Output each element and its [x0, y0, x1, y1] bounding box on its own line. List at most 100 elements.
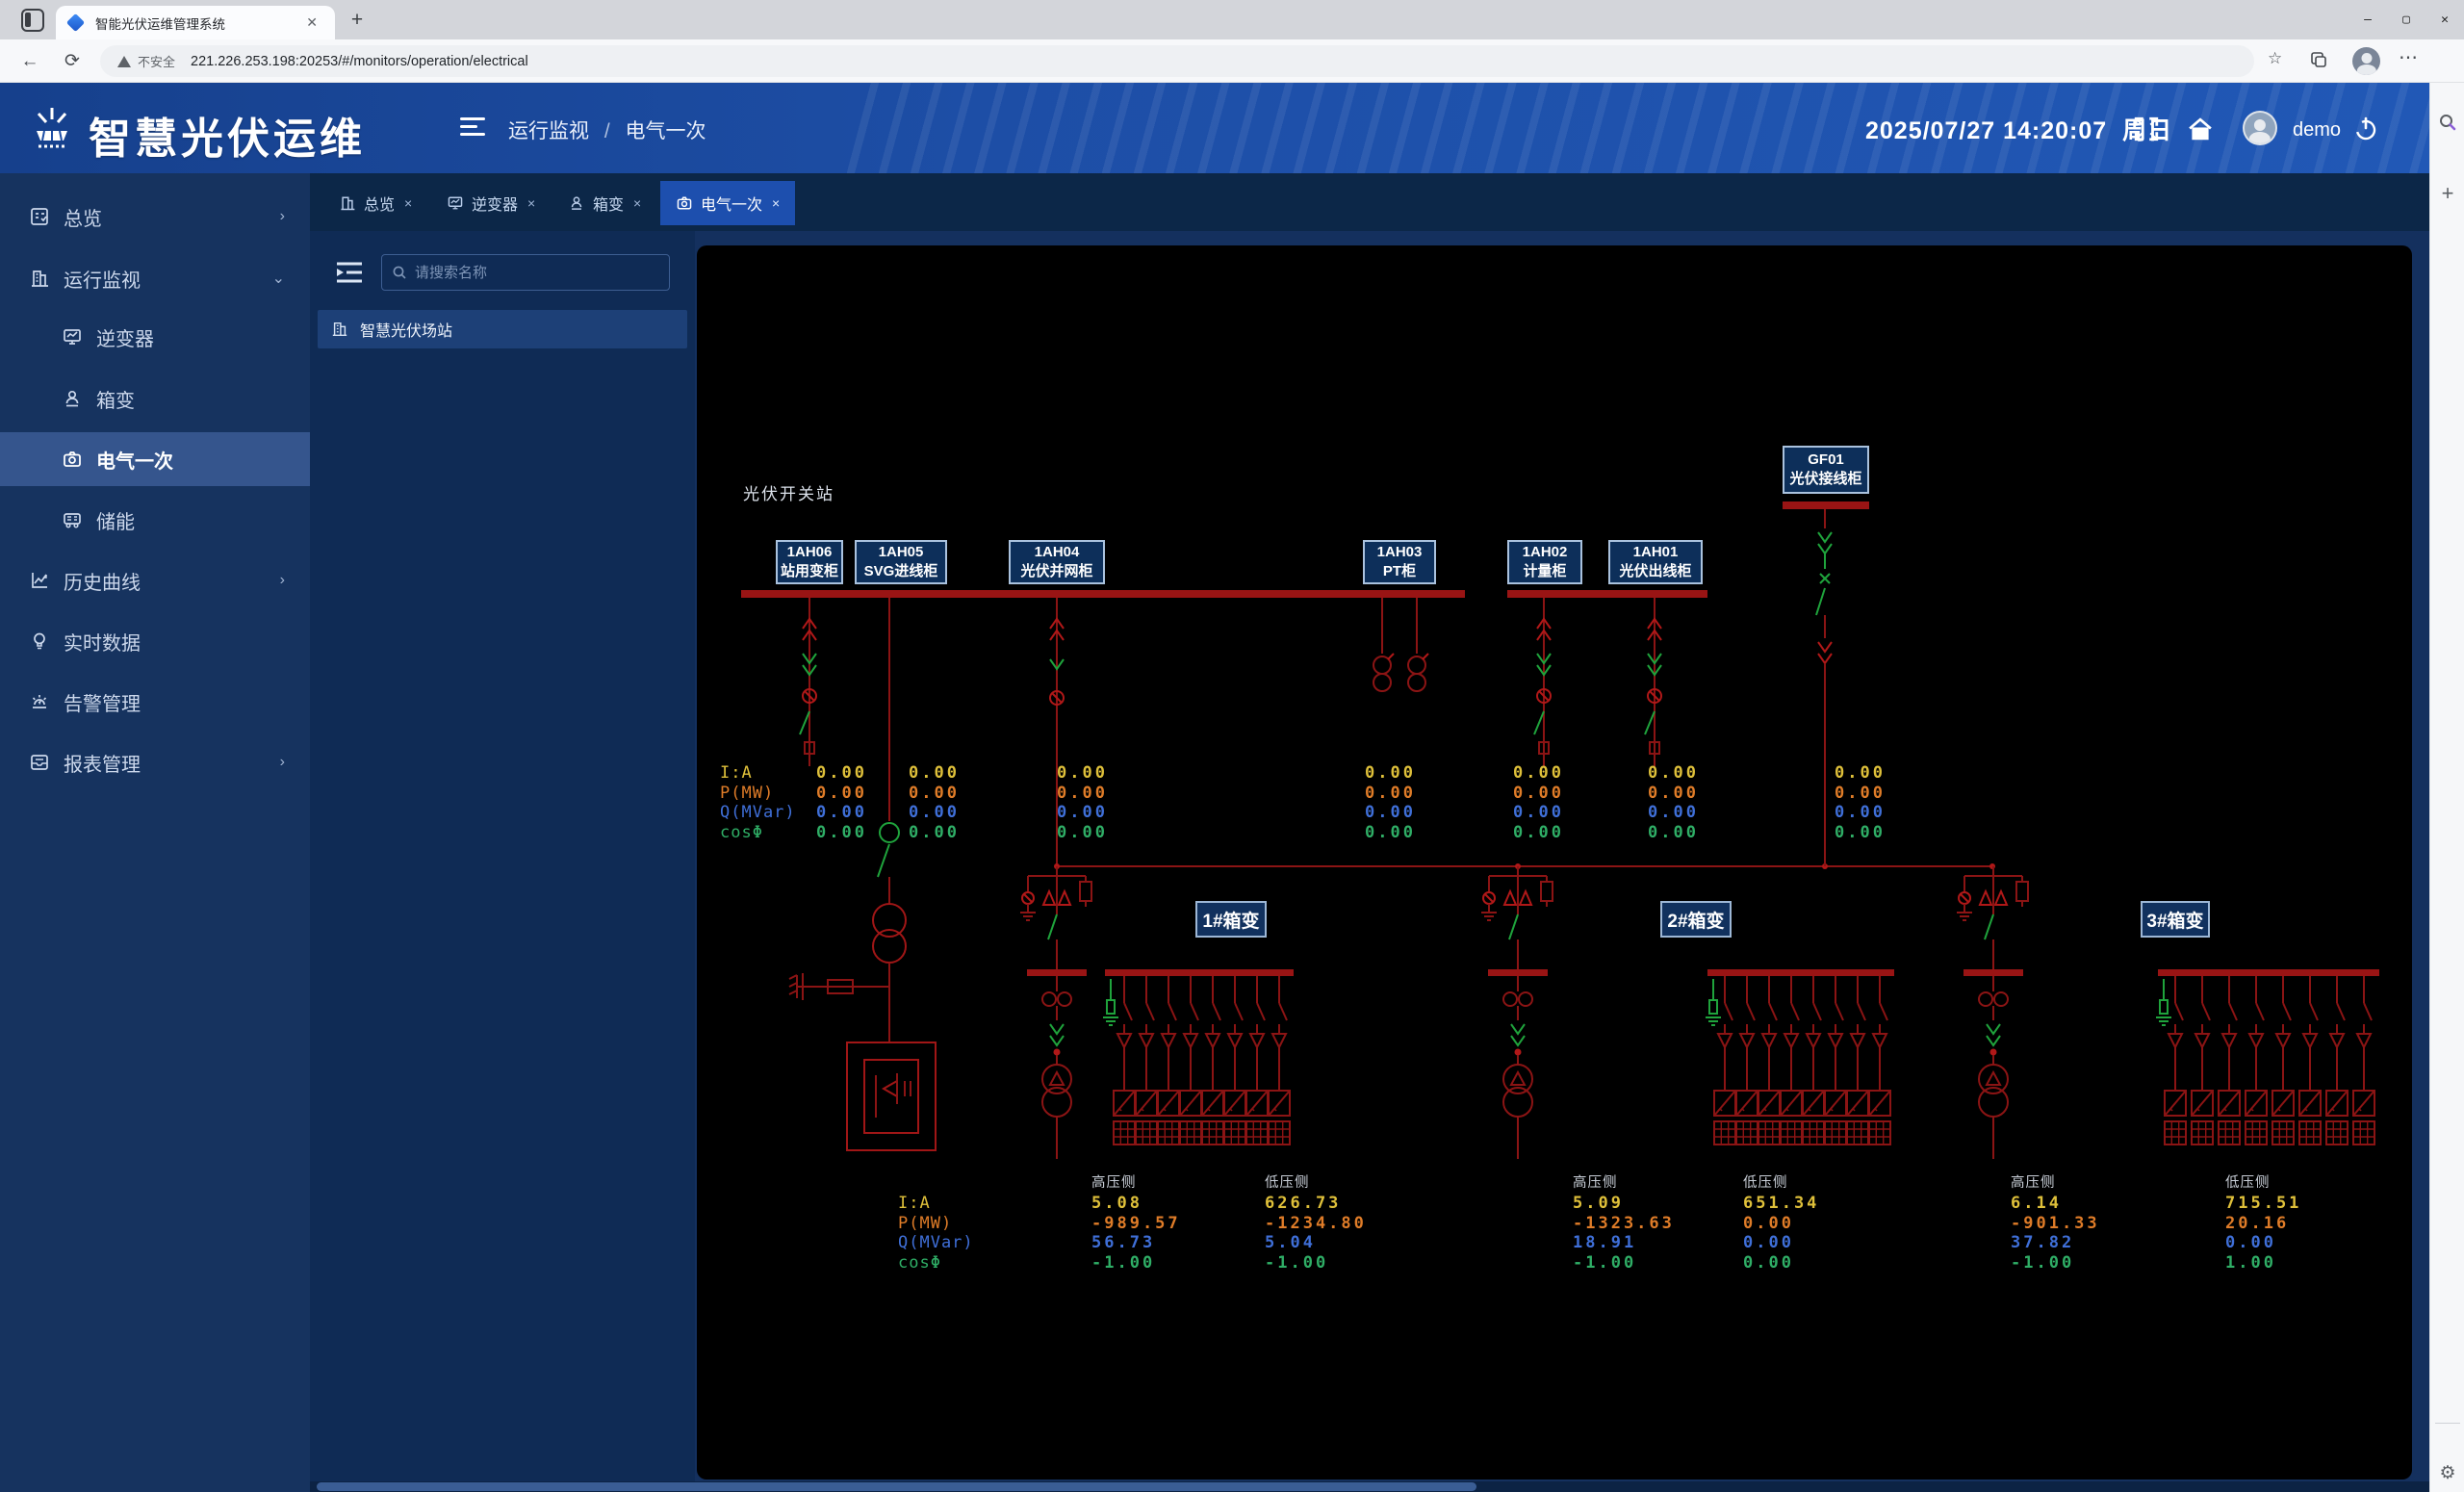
sidebar-item-label: 实时数据: [64, 632, 141, 655]
settings-gear-icon[interactable]: ⚙: [2437, 1463, 2458, 1484]
sidebar-item-alarm[interactable]: 告警管理: [0, 675, 310, 729]
reload-button[interactable]: ⟳: [58, 47, 87, 76]
tree-node-station[interactable]: 智慧光伏场站: [318, 310, 687, 348]
user-avatar[interactable]: [2243, 111, 2277, 145]
single-line-diagram-canvas[interactable]: 光伏开关站 1AH06 站用变柜 1AH05 SVG进线柜 1AH04 光伏并网柜 1…: [697, 245, 2412, 1479]
favorite-star-icon[interactable]: ☆: [2268, 49, 2282, 68]
tree-search[interactable]: [381, 254, 670, 291]
sidebar-item-label: 总览: [64, 208, 102, 230]
cabinet-1ah03[interactable]: 1AH03 PT柜: [1363, 540, 1436, 584]
transformer-1-hv-values: 5.08 -989.57 56.73 -1.00: [1091, 1194, 1181, 1273]
sidebar-item-label: 历史曲线: [64, 572, 141, 594]
chevron-right-icon: ›: [279, 754, 285, 770]
sidebar-item-label: 储能: [96, 511, 135, 533]
tab-close-icon[interactable]: ×: [527, 195, 535, 211]
transformer-3-lv-values: 715.51 20.16 0.00 1.00: [2225, 1194, 2302, 1273]
values-1ah01: 0.00 0.00 0.00 0.00: [1648, 763, 1699, 842]
tab-inverter[interactable]: 逆变器 ×: [431, 181, 551, 225]
window-close-button[interactable]: ✕: [2426, 0, 2464, 39]
tab-close-icon[interactable]: ×: [772, 195, 780, 211]
breadcrumb-page[interactable]: 电气一次: [626, 120, 706, 142]
transformer-1-label[interactable]: 1#箱变: [1195, 901, 1267, 938]
horizontal-scrollbar[interactable]: [310, 1481, 2429, 1492]
sidebar-item-inverter[interactable]: 逆变器: [0, 310, 310, 364]
app-logo-icon: [37, 108, 67, 148]
tab-overview[interactable]: 总览 ×: [323, 181, 427, 225]
home-icon[interactable]: [2187, 116, 2214, 142]
tab-electrical[interactable]: 电气一次 ×: [660, 181, 796, 225]
values-1ah02: 0.00 0.00 0.00 0.00: [1513, 763, 1564, 842]
collections-icon[interactable]: [2310, 51, 2327, 68]
box-transformer-icon: [65, 390, 79, 407]
tab-label: 电气一次: [701, 197, 763, 214]
cabinet-1ah02[interactable]: 1AH02 计量柜: [1507, 540, 1582, 584]
sidebar-item-overview[interactable]: 总览 ›: [0, 190, 310, 244]
address-bar[interactable]: 不安全 221.226.253.198:20253/#/monitors/ope…: [100, 45, 2254, 77]
sidebar-item-label: 告警管理: [64, 693, 141, 715]
hv-side-label-3: 高压侧: [2011, 1175, 2056, 1191]
tab-close-icon[interactable]: ✕: [300, 13, 323, 33]
transformer-1-lv-values: 626.73 -1234.80 5.04 -1.00: [1265, 1194, 1367, 1273]
breadcrumb-section[interactable]: 运行监视: [508, 120, 589, 142]
sidebar-item-monitoring[interactable]: 运行监视 ⌄: [0, 251, 310, 305]
menu-collapse-icon[interactable]: [460, 117, 485, 139]
tab-close-icon[interactable]: ×: [633, 195, 641, 211]
header-datetime: 2025/07/27 14:20:07 周日: [1865, 117, 2173, 144]
browser-menu-icon[interactable]: ⋯: [2399, 45, 2418, 69]
tab-close-icon[interactable]: ×: [404, 195, 412, 211]
app-title: 智慧光伏运维: [89, 116, 366, 163]
sidebar-item-box-transformer[interactable]: 箱变: [0, 372, 310, 425]
cabinet-1ah05[interactable]: 1AH05 SVG进线柜: [855, 540, 947, 584]
breadcrumb-separator: /: [603, 120, 610, 142]
browser-profile-avatar[interactable]: [2352, 47, 2380, 75]
browser-tab[interactable]: 智能光伏运维管理系统 ✕: [56, 6, 335, 39]
cabinet-1ah01[interactable]: 1AH01 光伏出线柜: [1608, 540, 1703, 584]
logout-power-icon[interactable]: [2352, 116, 2379, 142]
cabinet-1ah04[interactable]: 1AH04 光伏并网柜: [1009, 540, 1105, 584]
browser-workspace-icon[interactable]: [21, 9, 44, 32]
sidebar-item-reports[interactable]: 报表管理 ›: [0, 735, 310, 789]
inverter-tab-icon: [448, 196, 463, 210]
back-button[interactable]: ←: [15, 47, 44, 76]
not-secure-label: 不安全: [138, 55, 176, 69]
strip-divider: [2435, 1423, 2460, 1424]
report-icon: [31, 755, 48, 770]
hv-side-label-1: 高压侧: [1091, 1175, 1137, 1191]
top-metric-labels: I:A P(MW) Q(MVar) cosΦ: [720, 763, 796, 842]
storage-icon: [64, 513, 81, 528]
fullscreen-icon[interactable]: [2133, 116, 2160, 142]
transformer-3-hv-values: 6.14 -901.33 37.82 -1.00: [2011, 1194, 2100, 1273]
values-1ah06: 0.00 0.00 0.00 0.00: [816, 763, 867, 842]
lv-side-label-3: 低压侧: [2225, 1175, 2271, 1191]
sidebar-item-electrical[interactable]: 电气一次: [0, 432, 310, 486]
lv-side-label-1: 低压侧: [1265, 1175, 1310, 1191]
sidebar-item-realtime-data[interactable]: 实时数据: [0, 614, 310, 668]
app-sidebar: 总览 › 运行监视 ⌄ 逆变器 箱变 电气一次 储能 历史曲线 › 实时数据 告…: [0, 173, 310, 1492]
breadcrumb: 运行监视 / 电气一次: [508, 116, 706, 144]
search-input[interactable]: [415, 264, 646, 281]
username-label[interactable]: demo: [2293, 119, 2341, 141]
sidebar-search-icon[interactable]: [2437, 112, 2458, 133]
cabinet-gf01[interactable]: GF01 光伏接线柜: [1783, 446, 1869, 494]
monitor-icon: [32, 270, 48, 287]
overview-icon: [31, 208, 48, 225]
tree-collapse-icon[interactable]: [335, 260, 364, 285]
page-tabbar: 总览 × 逆变器 × 箱变 × 电气一次 ×: [310, 173, 2429, 231]
history-curve-icon: [32, 573, 47, 588]
hv-side-label-2: 高压侧: [1573, 1175, 1618, 1191]
window-maximize-button[interactable]: ▢: [2387, 0, 2426, 39]
sidebar-item-history-curve[interactable]: 历史曲线 ›: [0, 553, 310, 607]
new-tab-button[interactable]: +: [343, 8, 372, 35]
sidebar-item-storage[interactable]: 储能: [0, 493, 310, 547]
sidebar-add-icon[interactable]: +: [2437, 183, 2458, 204]
scrollbar-thumb[interactable]: [317, 1482, 1476, 1491]
transformer-2-label[interactable]: 2#箱变: [1660, 901, 1732, 938]
box-transformer-tab-icon: [571, 196, 582, 210]
overview-tab-icon: [341, 196, 355, 211]
not-secure-icon: [117, 55, 131, 67]
tab-box-transformer[interactable]: 箱变 ×: [552, 181, 656, 225]
transformer-3-label[interactable]: 3#箱变: [2141, 901, 2210, 938]
window-minimize-button[interactable]: —: [2348, 0, 2387, 39]
cabinet-1ah06[interactable]: 1AH06 站用变柜: [776, 540, 843, 584]
electrical-tab-icon: [677, 196, 692, 210]
